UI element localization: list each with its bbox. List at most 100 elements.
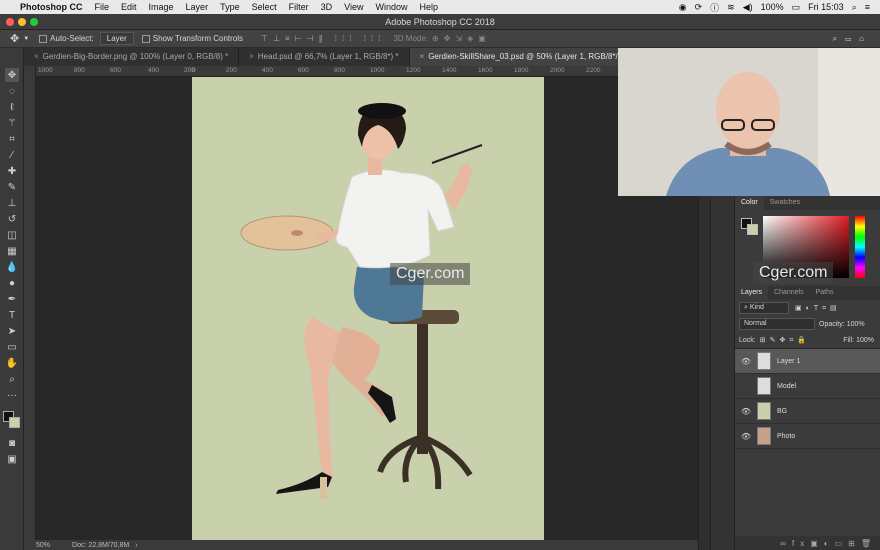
- app-name-menu[interactable]: Photoshop CC: [20, 2, 83, 12]
- eye-icon[interactable]: 👁: [739, 432, 753, 441]
- right-panels: Color Swatches Layers Channels Paths ⌕ K…: [734, 196, 880, 550]
- menu-list-icon[interactable]: ≡: [865, 2, 870, 12]
- eyedropper-icon[interactable]: ⁄: [5, 148, 19, 162]
- pen-tool-icon[interactable]: ✒: [5, 292, 19, 306]
- quick-mask-icon[interactable]: ◙: [5, 436, 19, 450]
- eye-icon[interactable]: 👁: [739, 407, 753, 416]
- chevron-right-icon[interactable]: ›: [135, 542, 137, 549]
- lasso-tool-icon[interactable]: ℓ: [5, 100, 19, 114]
- layer-actions-icons[interactable]: ∞fx▣◐▭⊞🗑: [780, 539, 877, 548]
- kind-filter-dropdown[interactable]: ⌕ Kind: [739, 302, 789, 314]
- palette-shape: [240, 215, 334, 251]
- ruler-tick: 800: [74, 67, 85, 74]
- tab-channels[interactable]: Channels: [768, 286, 810, 300]
- lock-icons[interactable]: ⊞✎✥⌗🔒: [760, 336, 810, 345]
- menu-image[interactable]: Image: [149, 2, 174, 12]
- fill-value[interactable]: 100%: [856, 337, 874, 344]
- tab-layers[interactable]: Layers: [735, 286, 769, 300]
- blend-row: Normal Opacity: 100%: [735, 316, 880, 332]
- more-tools-icon[interactable]: ···: [5, 388, 19, 402]
- magic-wand-icon[interactable]: ⚚: [5, 116, 19, 130]
- minimize-window-button[interactable]: [18, 18, 26, 26]
- menu-3d[interactable]: 3D: [321, 2, 333, 12]
- tab-swatches[interactable]: Swatches: [764, 196, 806, 210]
- opacity-value[interactable]: 100%: [847, 321, 865, 328]
- move-tool-icon[interactable]: ✥: [5, 68, 19, 82]
- auto-select-dropdown[interactable]: Layer: [99, 32, 134, 45]
- ruler-tick: 0: [192, 67, 196, 74]
- menu-filter[interactable]: Filter: [289, 2, 309, 12]
- layer-row-layer-1[interactable]: 👁 Layer 1: [735, 349, 880, 374]
- history-brush-icon[interactable]: ↺: [5, 212, 19, 226]
- ruler-vertical[interactable]: [24, 66, 36, 540]
- ruler-tick: 1000: [38, 67, 53, 74]
- menu-edit[interactable]: Edit: [121, 2, 137, 12]
- brush-tool-icon[interactable]: ✎: [5, 180, 19, 194]
- shape-tool-icon[interactable]: ▭: [5, 340, 19, 354]
- blend-mode-dropdown[interactable]: Normal: [739, 318, 815, 330]
- chevron-down-icon[interactable]: ▼: [23, 36, 29, 42]
- search-icon[interactable]: ⌕: [852, 2, 857, 13]
- wifi-icon[interactable]: ≋: [727, 2, 735, 13]
- menu-window[interactable]: Window: [375, 2, 407, 12]
- hand-tool-icon[interactable]: ✋: [5, 356, 19, 370]
- menu-help[interactable]: Help: [419, 2, 438, 12]
- blur-tool-icon[interactable]: 💧: [5, 260, 19, 274]
- doc-size[interactable]: Doc: 22,8M/70,8M: [72, 542, 129, 549]
- ruler-horizontal[interactable]: 1000 800 600 400 200 0 200 400 600 800 1…: [36, 66, 698, 77]
- layer-row-bg[interactable]: 👁 BG: [735, 399, 880, 424]
- sync-icon[interactable]: ⟳: [695, 2, 703, 13]
- path-select-icon[interactable]: ➤: [5, 324, 19, 338]
- layer-thumbnail: [757, 352, 771, 370]
- auto-select-label: Auto-Select:: [50, 34, 94, 43]
- close-window-button[interactable]: [6, 18, 14, 26]
- record-icon[interactable]: ◉: [679, 2, 687, 13]
- layer-row-photo[interactable]: 👁 Photo: [735, 424, 880, 449]
- background-color-swatch[interactable]: [9, 417, 20, 428]
- tab-color[interactable]: Color: [735, 196, 764, 210]
- volume-icon[interactable]: ◀): [743, 2, 753, 13]
- transform-controls-checkbox[interactable]: [141, 34, 150, 43]
- stamp-tool-icon[interactable]: ⊥: [5, 196, 19, 210]
- screen-mode-icon[interactable]: ▣: [5, 452, 19, 466]
- tab-paths[interactable]: Paths: [810, 286, 840, 300]
- eraser-tool-icon[interactable]: ◫: [5, 228, 19, 242]
- crop-tool-icon[interactable]: ⌗: [5, 132, 19, 146]
- menu-file[interactable]: File: [95, 2, 110, 12]
- clock[interactable]: Fri 15:03: [808, 2, 844, 12]
- 3d-icons[interactable]: ⊕✥⇲◈▣: [432, 34, 491, 43]
- align-icons[interactable]: ⊤⊥≡⊢⊣∥ ⁞⁞⁞ ⁞⁞⁞: [261, 34, 385, 43]
- layer-row-model[interactable]: Model: [735, 374, 880, 399]
- ruler-tick: 2200: [586, 67, 601, 74]
- layers-panel-tabs: Layers Channels Paths: [735, 286, 880, 300]
- move-tool-icon[interactable]: ✥: [10, 32, 19, 45]
- zoom-tool-icon[interactable]: ⌕: [5, 372, 19, 386]
- healing-brush-icon[interactable]: ✚: [5, 164, 19, 178]
- type-tool-icon[interactable]: T: [5, 308, 19, 322]
- gradient-tool-icon[interactable]: ▦: [5, 244, 19, 258]
- menu-view[interactable]: View: [344, 2, 363, 12]
- menu-type[interactable]: Type: [220, 2, 240, 12]
- close-icon[interactable]: ×: [420, 52, 425, 61]
- eye-icon[interactable]: 👁: [739, 357, 753, 366]
- zoom-level[interactable]: 50%: [36, 542, 50, 549]
- menu-select[interactable]: Select: [252, 2, 277, 12]
- auto-select-checkbox[interactable]: [39, 34, 48, 43]
- search-workspace-icons[interactable]: ⌕▭⌂: [833, 34, 872, 44]
- bg-color-chip[interactable]: [747, 224, 758, 235]
- tab-big-border[interactable]: × Gerdien-Big-Border.png @ 100% (Layer 0,…: [24, 48, 240, 66]
- tab-head[interactable]: × Head.psd @ 66,7% (Layer 1, RGB/8*) *: [239, 48, 410, 66]
- paint-brush: [431, 144, 483, 164]
- status-bar: 50% Doc: 22,8M/70,8M ›: [24, 540, 698, 550]
- zoom-window-button[interactable]: [30, 18, 38, 26]
- close-icon[interactable]: ×: [34, 52, 39, 61]
- document-canvas[interactable]: Cger.com: [192, 77, 544, 540]
- marquee-tool-icon[interactable]: ◌: [5, 84, 19, 98]
- dodge-tool-icon[interactable]: ●: [5, 276, 19, 290]
- filter-icons[interactable]: ▣◐T⌗▤: [795, 304, 841, 313]
- hue-slider[interactable]: [855, 216, 865, 278]
- close-icon[interactable]: ×: [249, 52, 254, 61]
- menu-layer[interactable]: Layer: [186, 2, 209, 12]
- battery-icon[interactable]: ▭: [792, 2, 801, 13]
- info-icon[interactable]: ⓘ: [710, 1, 719, 14]
